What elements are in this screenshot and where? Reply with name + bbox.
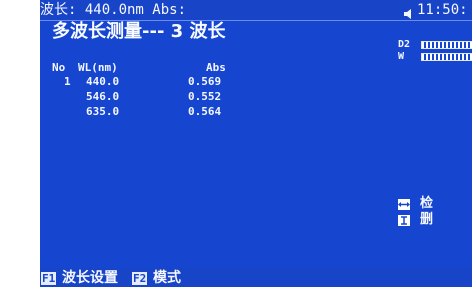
f1-label[interactable]: 波长设置 (62, 270, 118, 286)
side-label-delete[interactable]: 删 (420, 213, 433, 227)
side-label-check[interactable]: 检 (420, 197, 433, 211)
row-3-abs: 0.564 (188, 105, 222, 118)
instrument-screen: 波长: 440.0nm Abs: 11:50: 多波长测量--- 3 波长 D2… (40, 0, 472, 287)
page-title: 多波长测量--- 3 波长 (52, 21, 226, 42)
lamp-label-w: W (398, 51, 405, 62)
row-2-abs: 0.552 (188, 90, 222, 103)
lamp-indicator-w (421, 53, 472, 61)
column-header-no: No (52, 61, 66, 74)
info-icon[interactable] (398, 215, 410, 226)
double-arrow-icon[interactable] (398, 199, 410, 210)
row-1-abs: 0.569 (188, 75, 222, 88)
column-header-abs: Abs (206, 61, 226, 74)
speaker-icon (404, 4, 414, 19)
lamp-indicator-d2 (421, 41, 472, 49)
row-2-wavelength: 546.0 (86, 90, 120, 103)
clock-time: 11:50: (417, 2, 468, 18)
row-1-no: 1 (64, 75, 71, 88)
row-3-wavelength: 635.0 (86, 105, 120, 118)
f2-label[interactable]: 模式 (153, 270, 181, 286)
row-1-wavelength: 440.0 (86, 75, 120, 88)
f1-key[interactable]: F1 (41, 272, 57, 285)
wavelength-readout: 波长: 440.0nm Abs: (40, 2, 187, 18)
status-bar: 波长: 440.0nm Abs: 11:50: (40, 0, 472, 21)
column-header-wl: WL(nm) (78, 61, 118, 74)
f2-key[interactable]: F2 (132, 272, 148, 285)
lamp-label-d2: D2 (398, 39, 411, 50)
